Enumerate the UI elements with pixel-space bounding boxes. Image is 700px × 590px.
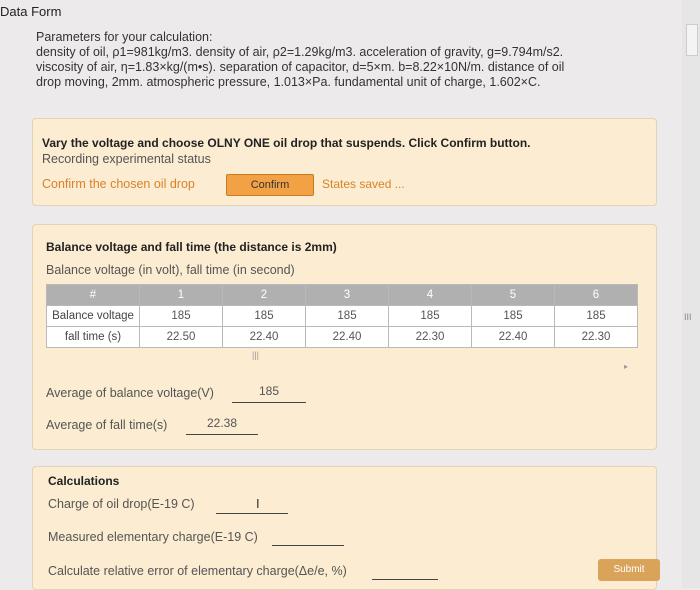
table-header-row: # 1 2 3 4 5 6 — [46, 284, 638, 306]
table-header: 4 — [388, 284, 472, 306]
table-cell[interactable]: 185 — [305, 305, 389, 327]
table-cell[interactable]: 22.40 — [305, 326, 389, 348]
table-cell[interactable]: 22.30 — [554, 326, 638, 348]
recording-status: Recording experimental status — [42, 152, 211, 166]
table-cell[interactable]: 185 — [139, 305, 223, 327]
relative-error-input[interactable] — [372, 562, 438, 580]
scrollbar-thumb[interactable] — [686, 24, 698, 56]
avg-voltage-label: Average of balance voltage(V) — [46, 386, 214, 400]
data-table: # 1 2 3 4 5 6 Balance voltage 185 185 18… — [46, 284, 638, 348]
side-scroll-grip-icon: III — [684, 312, 692, 322]
table-row: Balance voltage 185 185 185 185 185 185 — [46, 305, 638, 327]
text-cursor-icon: I — [256, 496, 260, 511]
parameters-block: Parameters for your calculation: density… — [36, 30, 656, 90]
row-label: Balance voltage — [46, 305, 140, 327]
submit-button[interactable]: Submit — [598, 559, 660, 581]
charge-input[interactable]: I — [216, 496, 288, 514]
relative-error-label: Calculate relative error of elementary c… — [48, 564, 347, 578]
table-header: 1 — [139, 284, 223, 306]
table-cell[interactable]: 22.30 — [388, 326, 472, 348]
table-cell[interactable]: 22.40 — [471, 326, 555, 348]
params-line-4: drop moving, 2mm. atmospheric pressure, … — [36, 75, 541, 89]
table-header: 2 — [222, 284, 306, 306]
avg-voltage-field[interactable]: 185 — [232, 380, 306, 403]
avg-time-field[interactable]: 22.38 — [186, 412, 258, 435]
balance-heading: Balance voltage and fall time (the dista… — [46, 240, 337, 254]
table-header: # — [46, 284, 140, 306]
form-title: Data Form — [0, 4, 62, 19]
params-line-3: viscosity of air, η=1.83×kg/(m•s). separ… — [36, 60, 565, 74]
confirm-label: Confirm the chosen oil drop — [42, 177, 195, 191]
avg-time-label: Average of fall time(s) — [46, 418, 168, 432]
table-cell[interactable]: 185 — [471, 305, 555, 327]
vary-instruction: Vary the voltage and choose OLNY ONE oil… — [42, 136, 531, 150]
charge-label: Charge of oil drop(E-19 C) — [48, 497, 195, 511]
params-line-2: density of oil, ρ1=981kg/m3. density of … — [36, 45, 564, 59]
table-cell[interactable]: 185 — [222, 305, 306, 327]
page-scrollbar[interactable] — [682, 0, 700, 588]
calc-heading: Calculations — [48, 474, 120, 488]
table-row: fall time (s) 22.50 22.40 22.40 22.30 22… — [46, 326, 638, 348]
table-header: 6 — [554, 284, 638, 306]
params-line-1: Parameters for your calculation: — [36, 30, 213, 44]
table-cell[interactable]: 22.40 — [222, 326, 306, 348]
table-header: 3 — [305, 284, 389, 306]
table-header: 5 — [471, 284, 555, 306]
confirm-button[interactable]: Confirm — [226, 174, 314, 196]
row-label: fall time (s) — [46, 326, 140, 348]
scroll-right-arrow-icon[interactable]: ▸ — [624, 362, 628, 371]
table-cell[interactable]: 185 — [388, 305, 472, 327]
balance-subheading: Balance voltage (in volt), fall time (in… — [46, 263, 295, 277]
table-cell[interactable]: 22.50 — [139, 326, 223, 348]
table-scroll-grip[interactable]: ||| — [252, 350, 259, 360]
states-saved-text: States saved ... — [322, 177, 405, 191]
table-cell[interactable]: 185 — [554, 305, 638, 327]
measured-charge-label: Measured elementary charge(E-19 C) — [48, 530, 258, 544]
measured-charge-input[interactable] — [272, 528, 344, 546]
